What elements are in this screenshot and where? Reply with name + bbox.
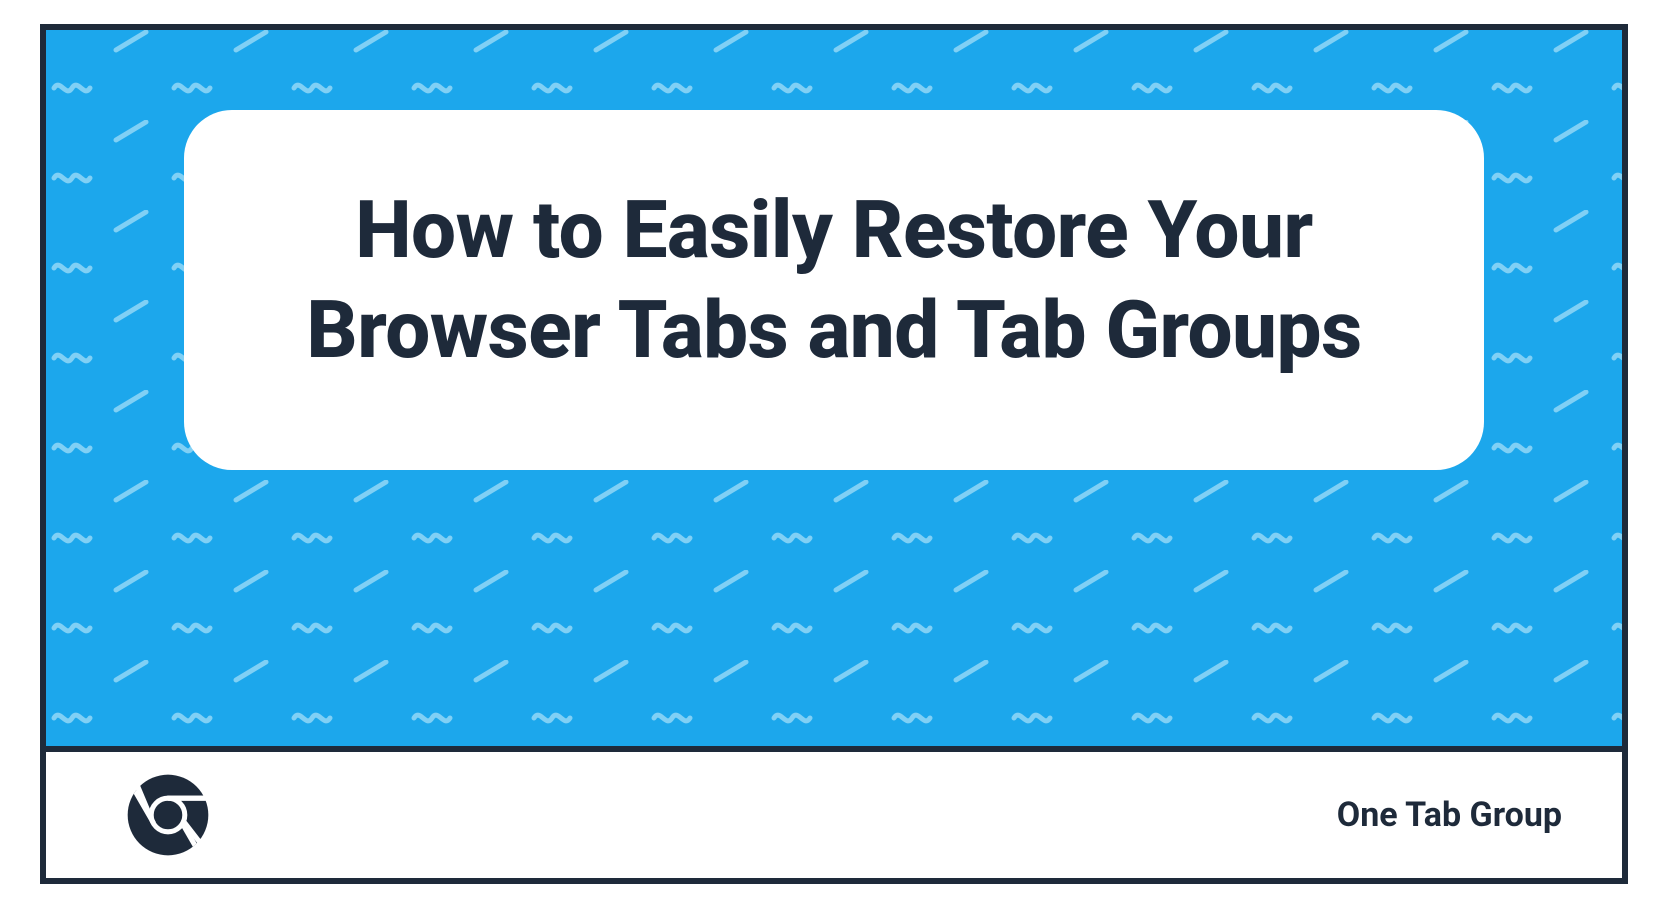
title-box: How to Easily Restore Your Browser Tabs …: [184, 110, 1484, 470]
chrome-icon: [126, 773, 210, 857]
article-title: How to Easily Restore Your Browser Tabs …: [244, 180, 1424, 380]
promo-card: How to Easily Restore Your Browser Tabs …: [40, 24, 1628, 884]
footer-bar: One Tab Group: [46, 746, 1622, 878]
brand-name: One Tab Group: [1337, 795, 1562, 835]
hero-section: How to Easily Restore Your Browser Tabs …: [46, 30, 1622, 746]
